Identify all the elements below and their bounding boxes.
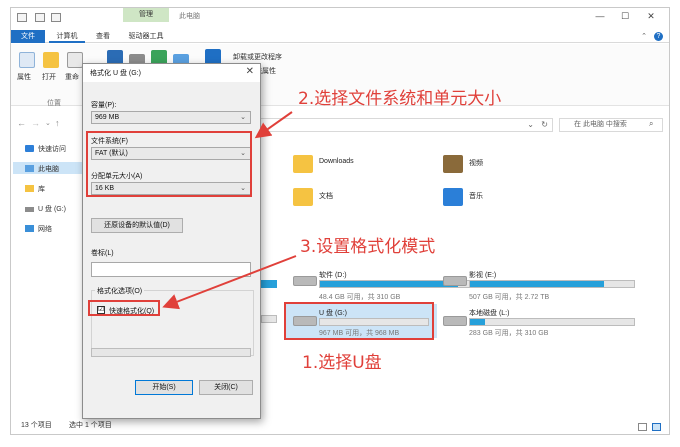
restore-defaults-button[interactable]: 还原设备的默认值(D) bbox=[91, 218, 183, 233]
nav-item-network[interactable]: 网络 bbox=[25, 224, 52, 234]
search-input[interactable]: 在 此电脑 中搜索 bbox=[559, 118, 663, 132]
tiles-view-icon[interactable] bbox=[652, 423, 661, 431]
title-bar: 管理 此电脑 — ☐ ✕ bbox=[11, 8, 669, 30]
recent-locations-icon[interactable]: ⌄ bbox=[45, 119, 51, 127]
drive-info: 283 GB 可用，共 310 GB bbox=[469, 330, 549, 337]
address-dropdown-icon[interactable]: ⌄ bbox=[527, 120, 534, 129]
back-arrow-icon[interactable]: ← bbox=[17, 118, 26, 128]
ribbon-collapse-icon[interactable]: ⌃ bbox=[641, 32, 647, 40]
dialog-title: 格式化 U 盘 (G:) bbox=[90, 70, 141, 77]
folder-label[interactable]: 视频 bbox=[469, 158, 483, 168]
nav-item-usb[interactable]: U 盘 (G:) bbox=[25, 204, 66, 214]
maximize-button[interactable]: ☐ bbox=[618, 11, 632, 22]
music-folder-icon[interactable] bbox=[443, 188, 463, 206]
volume-label-input[interactable] bbox=[91, 262, 251, 277]
dialog-title-bar: 格式化 U 盘 (G:) ✕ bbox=[83, 64, 260, 82]
drive-bar-partial bbox=[261, 315, 277, 323]
ribbon-rename-label[interactable]: 重命 bbox=[65, 72, 79, 82]
drive-usage-bar bbox=[469, 318, 635, 326]
videos-folder-icon[interactable] bbox=[443, 155, 463, 173]
tab-drive-tools[interactable]: 驱动器工具 bbox=[123, 30, 169, 43]
status-selected: 选中 1 个项目 bbox=[69, 422, 112, 429]
computer-icon bbox=[17, 13, 27, 22]
library-icon bbox=[25, 185, 34, 192]
nav-item-quick-access[interactable]: 快速访问 bbox=[25, 144, 66, 154]
drive-usage-fill bbox=[470, 281, 605, 287]
capacity-select[interactable]: 969 MB ⌄ bbox=[91, 111, 251, 124]
search-icon: ⌕ bbox=[649, 119, 654, 128]
drive-usage-bar bbox=[469, 280, 635, 288]
usb-highlight-box bbox=[284, 302, 434, 340]
tab-computer[interactable]: 计算机 bbox=[49, 30, 85, 43]
volume-label-label: 卷标(L) bbox=[91, 250, 114, 257]
tab-file[interactable]: 文件 bbox=[11, 30, 45, 43]
close-dialog-button[interactable]: 关闭(C) bbox=[199, 380, 253, 395]
new-folder-icon[interactable] bbox=[51, 13, 61, 22]
open-folder-icon[interactable] bbox=[43, 52, 59, 68]
drive-icon[interactable] bbox=[443, 316, 467, 326]
ribbon-open-label[interactable]: 打开 bbox=[42, 72, 56, 82]
refresh-icon[interactable]: ↻ bbox=[541, 120, 548, 129]
annotation-step1: 1.选择U盘 bbox=[302, 353, 382, 373]
usb-drive-icon bbox=[25, 207, 34, 212]
quick-format-highlight-box bbox=[88, 300, 160, 316]
drive-icon[interactable] bbox=[443, 276, 467, 286]
folder-label[interactable]: Downloads bbox=[319, 158, 354, 165]
drive-name[interactable]: 影视 (E:) bbox=[469, 270, 496, 280]
folder-label[interactable]: 文档 bbox=[319, 191, 333, 201]
drive-usage-fill bbox=[320, 281, 458, 287]
drive-usage-fill bbox=[470, 319, 485, 325]
ribbon-tabs: 文件 计算机 查看 驱动器工具 ⌃ ? bbox=[11, 30, 669, 43]
capacity-label: 容量(P): bbox=[91, 102, 117, 109]
annotation-step3: 3.设置格式化模式 bbox=[300, 237, 436, 257]
close-button[interactable]: ✕ bbox=[644, 11, 658, 22]
downloads-folder-icon[interactable] bbox=[293, 155, 313, 173]
uninstall-program-label[interactable]: 卸载或更改程序 bbox=[233, 52, 282, 62]
ribbon-group-location: 位置 bbox=[47, 100, 61, 107]
minimize-button[interactable]: — bbox=[593, 11, 607, 21]
context-tab-manage[interactable]: 管理 bbox=[123, 8, 169, 22]
drive-bar-partial bbox=[261, 280, 277, 288]
drive-info: 507 GB 可用，共 2.72 TB bbox=[469, 294, 550, 301]
folder-label[interactable]: 音乐 bbox=[469, 191, 483, 201]
star-icon bbox=[25, 145, 34, 152]
help-icon[interactable]: ? bbox=[654, 32, 663, 41]
nav-item-this-pc[interactable]: 此电脑 bbox=[25, 164, 59, 174]
network-icon bbox=[25, 225, 34, 232]
chevron-down-icon: ⌄ bbox=[240, 114, 246, 121]
quick-access-properties-icon[interactable] bbox=[35, 13, 45, 22]
start-button[interactable]: 开始(S) bbox=[135, 380, 193, 395]
status-item-count: 13 个项目 bbox=[21, 422, 52, 429]
fs-highlight-box bbox=[86, 131, 252, 197]
format-dialog: 格式化 U 盘 (G:) ✕ 容量(P): 969 MB ⌄ 文件系统(F) FA… bbox=[82, 63, 261, 419]
ribbon-properties-label[interactable]: 属性 bbox=[17, 72, 31, 82]
forward-arrow-icon[interactable]: → bbox=[31, 118, 40, 128]
drive-info: 48.4 GB 可用，共 310 GB bbox=[319, 294, 401, 301]
computer-icon bbox=[25, 165, 34, 172]
format-options-label: 格式化选项(O) bbox=[95, 286, 145, 296]
drive-name[interactable]: 软件 (D:) bbox=[319, 270, 347, 280]
properties-icon[interactable] bbox=[19, 52, 35, 68]
rename-icon[interactable] bbox=[67, 52, 83, 68]
drive-name[interactable]: 本地磁盘 (L:) bbox=[469, 308, 509, 318]
details-view-icon[interactable] bbox=[638, 423, 647, 431]
drive-icon[interactable] bbox=[293, 276, 317, 286]
dialog-close-icon[interactable]: ✕ bbox=[246, 66, 254, 77]
tab-view[interactable]: 查看 bbox=[89, 30, 117, 43]
up-arrow-icon[interactable]: ↑ bbox=[55, 118, 60, 128]
format-progress-bar bbox=[91, 348, 251, 357]
documents-folder-icon[interactable] bbox=[293, 188, 313, 206]
annotation-step2: 2.选择文件系统和单元大小 bbox=[298, 89, 502, 109]
nav-item-library[interactable]: 库 bbox=[25, 184, 45, 194]
window-title: 此电脑 bbox=[179, 13, 200, 20]
